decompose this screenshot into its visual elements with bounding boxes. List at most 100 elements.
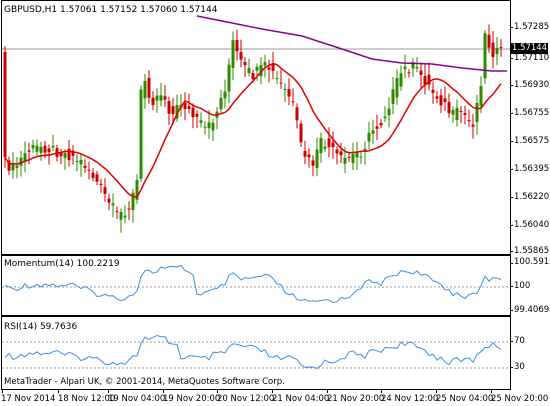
- candle-body: [243, 62, 247, 66]
- candle-body: [343, 158, 347, 164]
- candle-body: [379, 122, 383, 126]
- candle-body: [195, 113, 199, 117]
- candle-body: [307, 154, 311, 158]
- candle-body: [207, 122, 211, 129]
- candle-body: [491, 42, 495, 58]
- candle-body: [99, 183, 103, 185]
- price-axis-label: 1.56755: [514, 108, 550, 118]
- candle-body: [315, 149, 319, 169]
- candle-body: [239, 52, 243, 60]
- price-axis: 1.57285 1.57110 1.56930 1.56755 1.56575 …: [510, 0, 550, 256]
- candle-body: [291, 101, 295, 103]
- candle-body: [255, 66, 259, 71]
- candle-body: [83, 165, 87, 168]
- candle-body: [391, 89, 395, 104]
- candle-body: [419, 70, 423, 75]
- candle-body: [339, 151, 343, 156]
- candle-body: [459, 110, 463, 112]
- candle-body: [347, 156, 351, 158]
- momentum-panel[interactable]: Momentum(14) 100.2219: [1, 255, 511, 316]
- candle-body: [127, 208, 131, 210]
- momentum-axis: 100.5915 100 99.4069: [510, 255, 550, 315]
- rsi-axis-label: 30: [514, 362, 525, 372]
- candle-body: [371, 130, 375, 134]
- candle-body: [43, 145, 47, 153]
- candle-body: [67, 148, 71, 161]
- price-axis-label: 1.56930: [514, 80, 550, 90]
- candle-body: [403, 66, 407, 70]
- price-axis-label: 1.57110: [514, 53, 550, 63]
- momentum-line: [4, 264, 502, 304]
- candle-body: [271, 64, 275, 71]
- candle-body: [455, 107, 459, 120]
- candle-body: [47, 148, 51, 153]
- price-axis-label: 1.56220: [514, 192, 550, 202]
- candle-body: [351, 153, 355, 164]
- price-axis-label: 1.56040: [514, 220, 550, 230]
- candle-body: [3, 51, 7, 157]
- candle-body: [35, 145, 39, 152]
- candle-body: [75, 161, 79, 163]
- rsi-line: [4, 334, 502, 369]
- rsi-panel[interactable]: RSI(14) 59.7636 MetaTrader - Alpari UK, …: [1, 316, 511, 390]
- candle-body: [287, 89, 291, 97]
- price-chart-panel[interactable]: GBPUSD,H1 1.57061 1.57152 1.57060 1.5714…: [1, 0, 511, 255]
- candle-body: [167, 101, 171, 114]
- candle-body: [499, 47, 503, 49]
- candle-body: [143, 80, 147, 99]
- candle-body: [319, 138, 323, 154]
- candle-body: [471, 124, 475, 127]
- candle-body: [39, 146, 43, 153]
- candle-body: [191, 107, 195, 118]
- candle-body: [335, 149, 339, 154]
- momentum-axis-label: 100.5915: [514, 257, 550, 267]
- candle-body: [31, 144, 35, 149]
- candle-body: [91, 172, 95, 178]
- time-axis-label: 25 Nov 04:00: [436, 394, 494, 404]
- candle-body: [295, 107, 299, 121]
- candle-body: [447, 101, 451, 114]
- candle-body: [155, 95, 159, 101]
- candle-body: [211, 122, 215, 131]
- candle-body: [263, 62, 267, 66]
- candle-body: [279, 82, 283, 84]
- rsi-axis: 70 30: [510, 316, 550, 389]
- price-chart-header: GBPUSD,H1 1.57061 1.57152 1.57060 1.5714…: [4, 5, 218, 15]
- candle-body: [163, 96, 167, 100]
- candle-body: [147, 77, 151, 98]
- candle-body: [27, 150, 31, 152]
- candle-body: [79, 159, 83, 165]
- momentum-axis-label: 100: [514, 281, 531, 291]
- momentum-axis-label: 99.4069: [514, 305, 550, 315]
- candle-body: [311, 160, 315, 166]
- candle-body: [327, 138, 331, 148]
- candle-body: [227, 64, 231, 92]
- candle-body: [467, 120, 471, 122]
- candle-body: [367, 132, 371, 142]
- candle-body: [479, 85, 483, 106]
- copyright-footer: MetaTrader - Alpari UK, © 2001-2014, Met…: [4, 377, 285, 387]
- candle-body: [387, 108, 391, 116]
- moving-average-short-line: [4, 62, 502, 199]
- candle-body: [219, 97, 223, 110]
- candle-body: [187, 106, 191, 109]
- candle-body: [283, 88, 287, 90]
- candle-body: [231, 40, 235, 68]
- candle-body: [495, 47, 499, 55]
- price-chart-svg: [2, 15, 510, 233]
- time-axis-label: 24 Nov 12:00: [381, 394, 439, 404]
- rsi-axis-label: 70: [514, 336, 525, 346]
- time-axis-label: 17 Nov 2014: [1, 394, 56, 404]
- candle-body: [15, 165, 19, 168]
- candle-body: [223, 91, 227, 99]
- time-axis-label: 18 Nov 12:00: [58, 394, 116, 404]
- candle-body: [355, 152, 359, 158]
- time-axis-label: 19 Nov 04:00: [108, 394, 166, 404]
- candle-body: [51, 145, 55, 148]
- time-axis-label: 25 Nov 20:00: [491, 394, 549, 404]
- candle-body: [247, 67, 251, 74]
- current-price-badge: 1.57144: [511, 43, 548, 54]
- candle-body: [203, 126, 207, 128]
- candle-body: [399, 73, 403, 87]
- candle-body: [299, 123, 303, 143]
